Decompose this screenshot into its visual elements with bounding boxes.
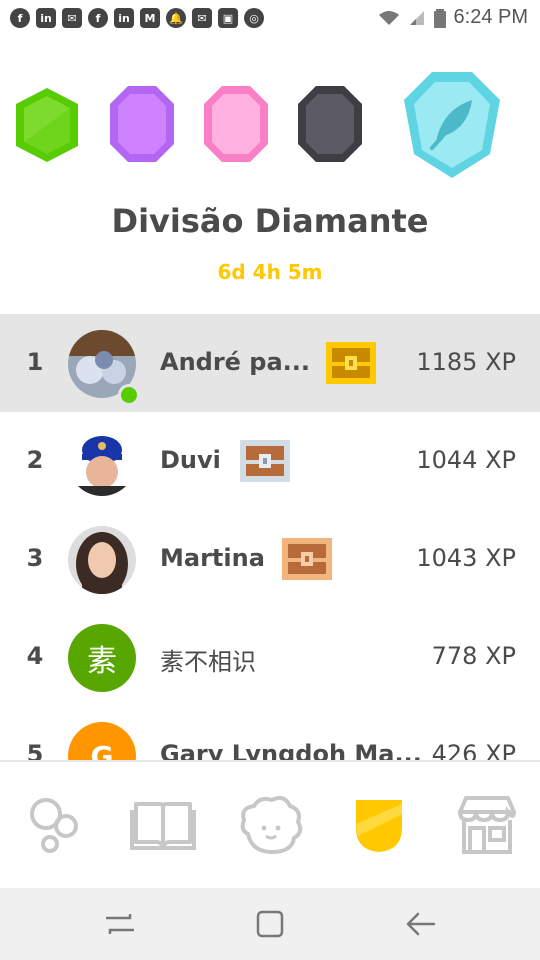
- online-status-dot: [118, 384, 140, 406]
- battery-icon: [433, 8, 446, 28]
- leaderboard-row[interactable]: 4 素 素不相识 778 XP: [0, 608, 540, 706]
- diamond-league-gem-icon[interactable]: [402, 70, 502, 180]
- system-navigation-bar: [0, 888, 540, 960]
- stories-icon[interactable]: [128, 790, 198, 860]
- user-name: 素不相识: [160, 648, 256, 676]
- leaderboard-row[interactable]: 5 G Gary Lyngdoh Ma... 426 XP: [0, 706, 540, 760]
- leaderboard-row[interactable]: 3 Martina 1043 XP: [0, 510, 540, 608]
- xp-value: 778 XP: [431, 642, 516, 670]
- clock: 6:24 PM: [453, 6, 528, 28]
- avatar-initial: G: [90, 739, 114, 761]
- green-league-gem-icon[interactable]: [14, 86, 80, 164]
- league-countdown: 6d 4h 5m: [217, 260, 323, 284]
- rank-number: 5: [26, 740, 44, 760]
- shop-icon[interactable]: [452, 790, 522, 860]
- recent-apps-icon[interactable]: [100, 906, 140, 942]
- rank-number: 1: [26, 348, 44, 376]
- silver-chest-icon: [240, 440, 290, 482]
- linkedin-icon: in: [114, 8, 134, 28]
- profile-icon[interactable]: [236, 790, 306, 860]
- league-gems[interactable]: [0, 70, 540, 190]
- obsidian-league-gem-icon[interactable]: [296, 84, 364, 164]
- user-name: Martina: [160, 544, 265, 572]
- xp-value: 1185 XP: [416, 348, 516, 376]
- bronze-chest-icon: [282, 538, 332, 580]
- leaderboard-icon[interactable]: [344, 790, 414, 860]
- wifi-icon: [378, 10, 399, 25]
- pink-league-gem-icon[interactable]: [202, 84, 270, 164]
- mail-icon: ✉: [192, 8, 212, 28]
- avatar-letter[interactable]: G: [68, 722, 136, 760]
- status-bar: f in ✉ f in M 🔔 ✉ ▣ ◎ 6:24 PM: [0, 0, 540, 38]
- gold-chest-icon: [326, 342, 376, 384]
- user-name: André pa...: [160, 348, 311, 376]
- image-icon: ▣: [218, 8, 238, 28]
- back-arrow-icon[interactable]: [400, 906, 440, 942]
- leaderboard[interactable]: 1 André pa... 1185 XP 2 Duvi 1044 XP 3 M…: [0, 314, 540, 760]
- bell-icon: 🔔: [166, 8, 186, 28]
- linkedin-icon: in: [36, 8, 56, 28]
- learn-icon[interactable]: [20, 790, 90, 860]
- facebook-icon: f: [88, 8, 108, 28]
- gmail-icon: M: [140, 8, 160, 28]
- signal-icon: [409, 10, 424, 25]
- avatar[interactable]: [68, 526, 136, 594]
- division-title: Divisão Diamante: [111, 202, 429, 240]
- system-status: 6:24 PM: [378, 6, 528, 29]
- home-button-icon[interactable]: [250, 906, 290, 942]
- avatar-initial: 素: [87, 644, 117, 679]
- xp-value: 426 XP: [431, 740, 516, 760]
- user-name: Duvi: [160, 446, 221, 474]
- xp-value: 1043 XP: [416, 544, 516, 572]
- user-name: Gary Lyngdoh Ma...: [160, 740, 422, 760]
- rank-number: 3: [26, 544, 44, 572]
- avatar-letter[interactable]: 素: [68, 624, 136, 692]
- rank-number: 2: [26, 446, 44, 474]
- chrome-icon: ◎: [244, 8, 264, 28]
- facebook-icon: f: [10, 8, 30, 28]
- notification-icons: f in ✉ f in M 🔔 ✉ ▣ ◎: [10, 8, 264, 28]
- avatar[interactable]: [68, 428, 136, 496]
- mail-icon: ✉: [62, 8, 82, 28]
- leaderboard-row[interactable]: 2 Duvi 1044 XP: [0, 412, 540, 510]
- rank-number: 4: [26, 642, 44, 670]
- purple-league-gem-icon[interactable]: [108, 84, 176, 164]
- bottom-navigation: [0, 760, 540, 890]
- leaderboard-row[interactable]: 1 André pa... 1185 XP: [0, 314, 540, 412]
- xp-value: 1044 XP: [416, 446, 516, 474]
